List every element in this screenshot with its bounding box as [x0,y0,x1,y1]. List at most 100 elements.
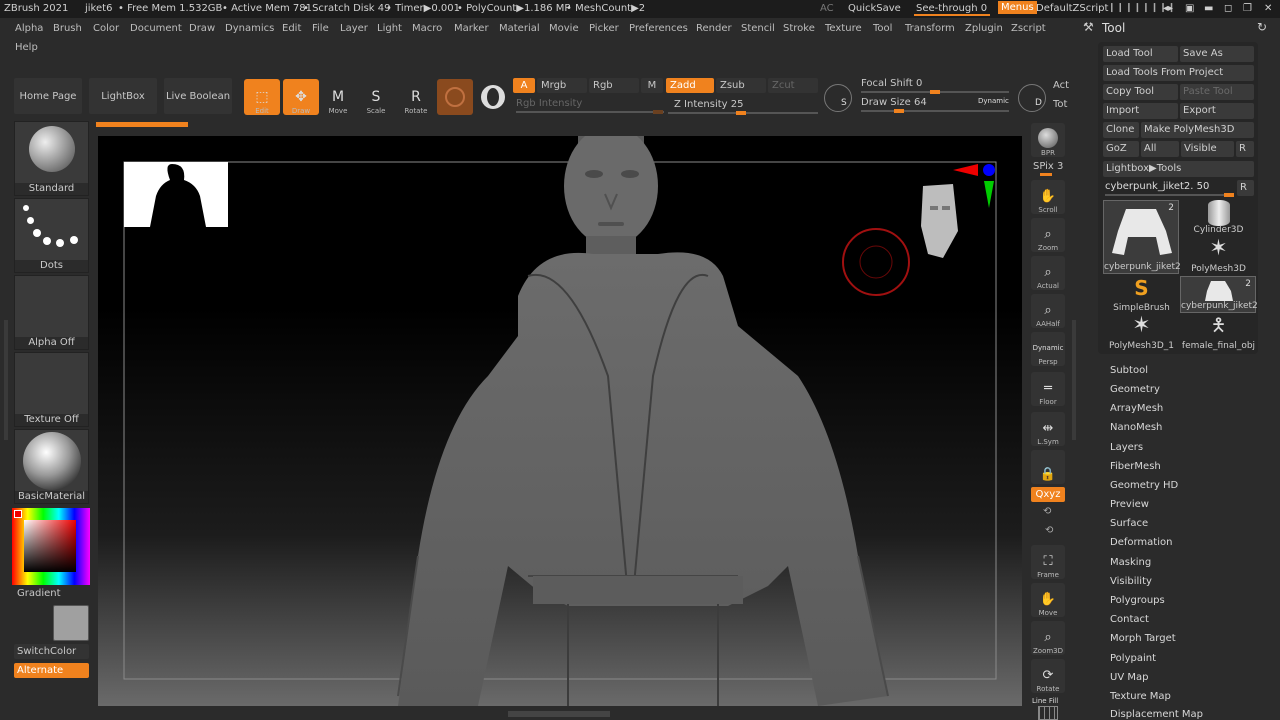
subpalette-surface[interactable]: Surface [1110,518,1148,529]
rotate-view-button[interactable]: ⟳ Rotate [1031,659,1065,693]
bottom-tray-handle[interactable] [508,711,610,717]
menu-transform[interactable]: Transform [905,23,955,34]
rgb-toggle[interactable]: Rgb [589,78,639,93]
quicksave-button[interactable]: QuickSave [848,3,901,14]
material-selector[interactable]: BasicMaterial [14,429,89,504]
perspective-button[interactable]: Dynamic Persp [1031,332,1065,366]
lightbox-button[interactable]: LightBox [89,78,157,114]
subpalette-texture-map[interactable]: Texture Map [1110,691,1171,702]
subpalette-geometry-hd[interactable]: Geometry HD [1110,480,1178,491]
orientation-head-icon[interactable] [921,184,958,258]
subpalette-displacement-map[interactable]: Displacement Map [1110,709,1203,720]
export-button[interactable]: Export [1180,103,1254,119]
subpalette-contact[interactable]: Contact [1110,614,1149,625]
gradient-label[interactable]: Gradient [17,588,61,599]
zsub-toggle[interactable]: Zsub [716,78,766,93]
lock-button[interactable]: 🔒 [1031,450,1065,484]
subpalette-deformation[interactable]: Deformation [1110,537,1172,548]
z-intensity-slider[interactable]: Z Intensity 25 [674,99,743,110]
menu-file[interactable]: File [312,23,329,34]
alternate-toggle[interactable]: Alternate [14,663,89,678]
m-toggle[interactable]: M [641,78,663,93]
move-mode-button[interactable]: M Move [320,79,356,115]
subpalette-fibermesh[interactable]: FiberMesh [1110,461,1161,472]
restore-icon[interactable]: ❐ [1243,3,1252,14]
palette-icon[interactable]: ▣ [1185,3,1194,14]
tool-palette-title[interactable]: Tool [1102,21,1125,35]
frame-button[interactable]: ⛶ Frame [1031,545,1065,579]
subpalette-polypaint[interactable]: Polypaint [1110,653,1156,664]
draw-size-slider[interactable]: Draw Size 64 [861,97,927,108]
import-button[interactable]: Import [1103,103,1178,119]
texture-selector[interactable]: Texture Off [14,352,89,427]
menu-material[interactable]: Material [499,23,540,34]
spix-slider[interactable]: SPix 3 [1033,161,1063,172]
subpalette-visibility[interactable]: Visibility [1110,576,1152,587]
alpha-selector[interactable]: Alpha Off [14,275,89,350]
tool-thumb-polymesh3d-1[interactable]: ✶ PolyMesh3D_1 [1103,314,1180,352]
menus-toggle[interactable]: Menus [998,1,1037,14]
move-view-button[interactable]: ✋ Move [1031,583,1065,617]
tool-thumb-cyberpunk-jiket2[interactable]: 2 cyberpunk_jiket2 [1103,200,1181,274]
goz-visible-button[interactable]: Visible [1181,141,1234,157]
tool-thumb-cyberpunk-jiket2-copy[interactable]: 2 cyberpunk_jiket2 [1180,276,1258,313]
goz-all-button[interactable]: All [1141,141,1179,157]
local-symmetry-button[interactable]: ⇹ L.Sym [1031,412,1065,446]
default-zscript[interactable]: DefaultZScript [1036,3,1108,14]
mrgb-toggle[interactable]: Mrgb [537,78,587,93]
menu-draw[interactable]: Draw [189,23,215,34]
current-tool-slider[interactable]: cyberpunk_jiket2. 50 [1105,181,1209,192]
save-as-button[interactable]: Save As [1180,46,1254,62]
menu-preferences[interactable]: Preferences [629,23,688,34]
aahalf-button[interactable]: ⌕ AAHalf [1031,294,1065,328]
rgb-intensity-slider[interactable]: Rgb Intensity [516,98,582,109]
subpalette-arraymesh[interactable]: ArrayMesh [1110,403,1163,414]
stroke-type-icon[interactable]: S [824,84,852,112]
close-icon[interactable]: ✕ [1264,3,1272,14]
sculptris-toggle[interactable] [478,82,508,112]
menu-texture[interactable]: Texture [825,23,862,34]
menu-zscript[interactable]: Zscript [1011,23,1046,34]
document-canvas[interactable] [98,136,1022,706]
menu-stencil[interactable]: Stencil [741,23,775,34]
menu-brush[interactable]: Brush [53,23,82,34]
menu-macro[interactable]: Macro [412,23,442,34]
dynamic-toggle[interactable]: Dynamic [978,97,1009,105]
home-page-button[interactable]: Home Page [14,78,82,114]
menu-movie[interactable]: Movie [549,23,579,34]
navigator-thumbnail[interactable] [124,162,228,227]
goz-r-button[interactable]: R [1236,141,1254,157]
menu-color[interactable]: Color [93,23,119,34]
subpalette-subtool[interactable]: Subtool [1110,365,1148,376]
left-tray-handle[interactable] [4,320,8,440]
reset-icon[interactable]: ↻ [1257,20,1267,34]
subpalette-nanomesh[interactable]: NanoMesh [1110,422,1162,433]
material-swatch-button[interactable] [437,79,473,115]
zoom-button[interactable]: ⌕ Zoom [1031,218,1065,252]
subpalette-masking[interactable]: Masking [1110,557,1151,568]
bpr-button[interactable]: BPR [1031,123,1065,157]
color-square[interactable] [24,520,76,572]
copy-tool-button[interactable]: Copy Tool [1103,84,1178,100]
tool-thumb-polymesh3d[interactable]: ✶ PolyMesh3D [1180,237,1257,275]
subpalette-polygroups[interactable]: Polygroups [1110,595,1165,606]
rotate-y-icon[interactable]: ⟲ [1043,506,1051,517]
zcut-toggle[interactable]: Zcut [768,78,818,93]
menu-light[interactable]: Light [377,23,402,34]
menu-zplugin[interactable]: Zplugin [965,23,1003,34]
floor-button[interactable]: ═ Floor [1031,372,1065,406]
menu-marker[interactable]: Marker [454,23,489,34]
see-through-slider[interactable]: See-through 0 [916,3,987,14]
arrows-icon[interactable]: ◂▸ [1163,3,1173,14]
tool-thumb-female-final-obj[interactable]: 🯅 female_final_obj [1180,314,1257,351]
subpalette-morph-target[interactable]: Morph Target [1110,633,1176,644]
zoom3d-button[interactable]: ⌕ Zoom3D [1031,621,1065,655]
a-toggle[interactable]: A [513,78,535,93]
paste-tool-button[interactable]: Paste Tool [1180,84,1254,100]
goz-button[interactable]: GoZ [1103,141,1139,157]
draw-mode-button[interactable]: ✥ Draw [283,79,319,115]
right-tray-handle[interactable] [1072,320,1076,440]
lightbox-tools-button[interactable]: Lightbox▶Tools [1103,161,1254,177]
tool-r-button[interactable]: R [1237,180,1254,196]
menu-document[interactable]: Document [130,23,182,34]
